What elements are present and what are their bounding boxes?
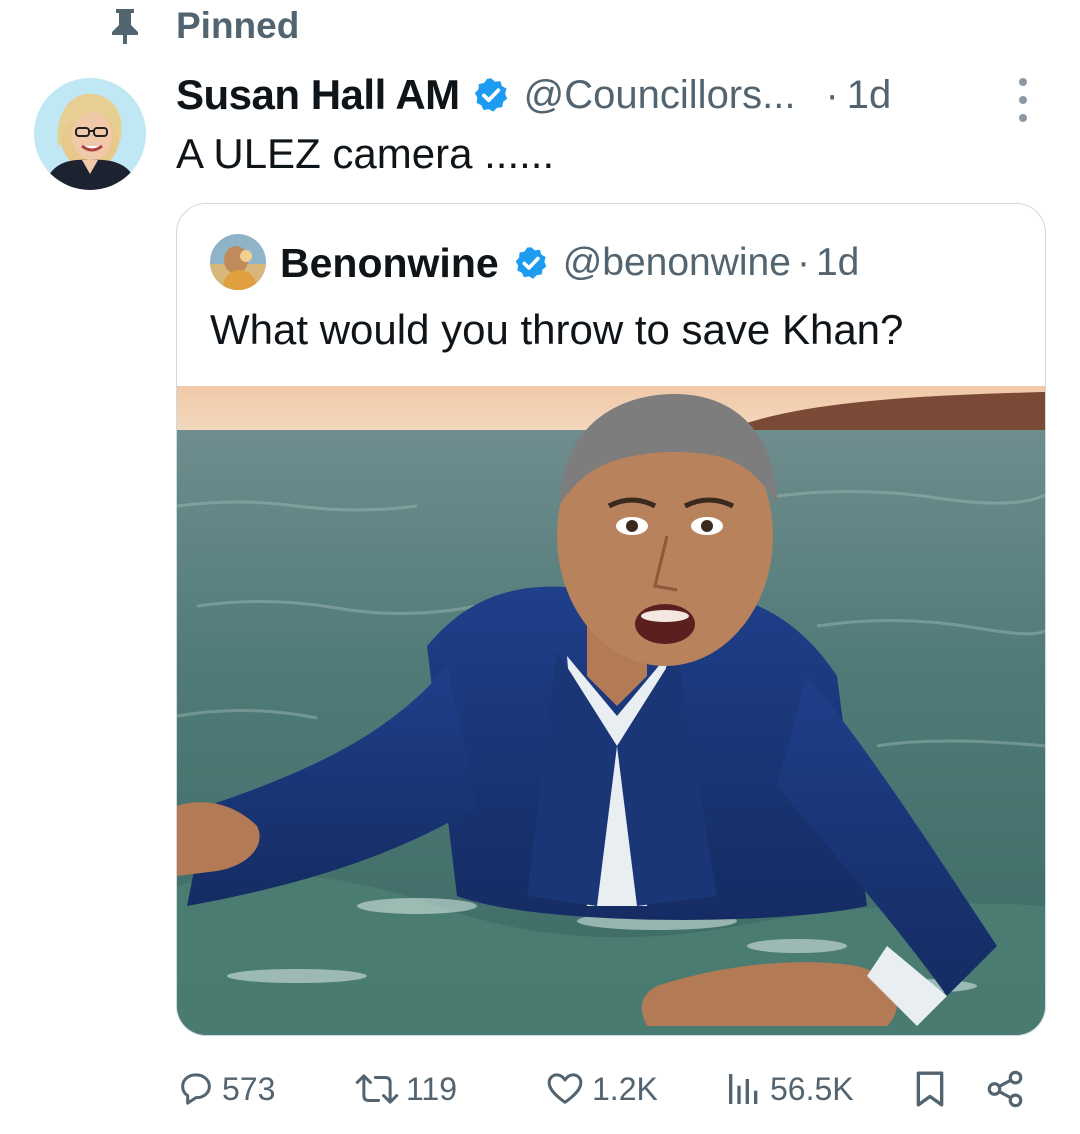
views-button[interactable]: 56.5K: [724, 1064, 854, 1114]
pinned-label: Pinned: [176, 5, 300, 46]
reply-icon: [181, 1073, 211, 1105]
pinned-indicator: Pinned: [108, 5, 300, 46]
retweet-count: 119: [406, 1070, 458, 1107]
heart-icon: [547, 1073, 583, 1104]
separator-dot: ·: [796, 241, 810, 284]
like-count: 1.2K: [592, 1070, 658, 1107]
quoted-author-name[interactable]: Benonwine: [280, 240, 499, 287]
share-icon: [987, 1070, 1023, 1108]
tweet-action-bar: 573 119 1.2K 56.5K: [176, 1064, 1046, 1114]
tweet-text: A ULEZ camera ......: [176, 130, 555, 177]
reply-count: 573: [222, 1070, 276, 1107]
more-options-icon[interactable]: [1012, 78, 1034, 122]
quoted-tweet-card[interactable]: Benonwine @benonwine · 1d What would you…: [176, 203, 1046, 1036]
verified-badge-icon[interactable]: [513, 245, 549, 281]
verified-badge-icon[interactable]: [472, 76, 510, 114]
quoted-tweet-header: Benonwine @benonwine · 1d: [280, 234, 859, 292]
pin-icon: [108, 6, 142, 46]
bookmark-button[interactable]: [912, 1064, 948, 1114]
reply-button[interactable]: 573: [176, 1064, 275, 1114]
views-count: 56.5K: [770, 1070, 854, 1107]
author-avatar[interactable]: [34, 78, 146, 190]
quoted-tweet-text: What would you throw to save Khan?: [210, 306, 904, 353]
author-name[interactable]: Susan Hall AM: [176, 71, 460, 119]
analytics-icon: [729, 1074, 758, 1104]
tweet-timestamp[interactable]: 1d: [847, 73, 892, 118]
like-button[interactable]: 1.2K: [544, 1064, 658, 1114]
quoted-author-avatar[interactable]: [210, 234, 266, 290]
separator-dot: ·: [825, 72, 839, 117]
tweet-header: Susan Hall AM @Councillors... · 1d: [176, 66, 891, 124]
share-button[interactable]: [984, 1064, 1026, 1114]
retweet-button[interactable]: 119: [354, 1064, 457, 1114]
retweet-icon: [355, 1074, 399, 1104]
bookmark-icon: [916, 1071, 944, 1107]
quoted-tweet-timestamp[interactable]: 1d: [816, 241, 859, 285]
quoted-author-handle[interactable]: @benonwine: [563, 241, 791, 285]
author-handle[interactable]: @Councillors...: [524, 73, 796, 118]
quoted-tweet-image[interactable]: [177, 386, 1045, 1035]
